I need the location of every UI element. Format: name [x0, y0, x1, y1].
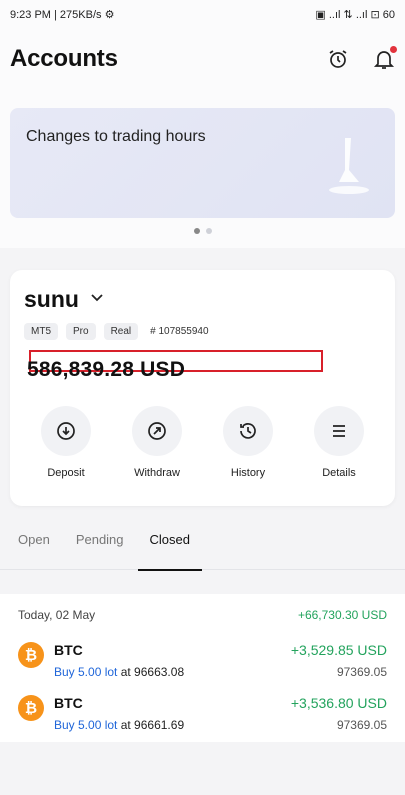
orders-tabs: Open Pending Closed	[0, 532, 405, 571]
pager-dot[interactable]	[193, 228, 200, 234]
deposit-label: Deposit	[47, 467, 85, 479]
banner-illustration-icon	[329, 138, 369, 194]
bell-icon[interactable]	[372, 46, 397, 71]
trade-close-price: 97369.05	[336, 665, 387, 679]
account-id: # 107855940	[150, 326, 209, 337]
history-button[interactable]: History	[214, 406, 282, 479]
trade-symbol: BTC	[54, 642, 83, 658]
notification-dot	[390, 46, 397, 53]
account-actions: Deposit Withdraw History Details	[24, 406, 381, 479]
details-label: Details	[322, 467, 356, 479]
tag-platform: MT5	[24, 323, 58, 340]
alarm-clock-icon[interactable]	[326, 47, 350, 71]
closed-orders-list: Today, 02 May +66,730.30 USD ₿ BTC +3,52…	[0, 594, 405, 742]
day-header: Today, 02 May +66,730.30 USD	[0, 594, 405, 636]
trade-side-volume: Buy 5.00 lot	[54, 665, 118, 679]
tab-pending[interactable]: Pending	[76, 532, 124, 570]
withdraw-label: Withdraw	[134, 467, 180, 479]
status-right: ▣ ..ıl ⇅ ..ıl ⊡ 60	[315, 8, 395, 21]
tag-mode: Real	[103, 323, 139, 340]
tab-closed[interactable]: Closed	[137, 532, 203, 571]
history-label: History	[230, 467, 266, 479]
trade-profit: +3,536.80 USD	[290, 695, 387, 711]
trade-profit: +3,529.85 USD	[290, 642, 387, 658]
history-icon	[240, 423, 256, 439]
tab-open[interactable]: Open	[18, 532, 50, 570]
balance-container: 586,839.28 USD	[24, 350, 381, 386]
trade-open-price: at 96661.69	[120, 718, 185, 732]
account-balance: 586,839.28 USD	[27, 358, 186, 381]
trade-close-price: 97369.05	[336, 718, 387, 732]
deposit-button[interactable]: Deposit	[32, 406, 100, 479]
withdraw-icon	[148, 422, 166, 440]
list-item[interactable]: ₿ BTC +3,536.80 USD Buy 5.00 lot at 9666…	[0, 689, 405, 742]
banner-pager	[0, 218, 405, 248]
page-title: Accounts	[10, 45, 118, 72]
list-item[interactable]: ₿ BTC +3,529.85 USD Buy 5.00 lot at 9666…	[0, 636, 405, 689]
tag-type: Pro	[66, 323, 96, 340]
status-left: 9:23 PM | 275KB/s ⚙	[10, 8, 115, 21]
chevron-down-icon[interactable]	[89, 289, 105, 310]
details-icon	[333, 425, 345, 437]
bitcoin-icon: ₿	[18, 642, 44, 668]
bitcoin-icon: ₿	[18, 695, 44, 721]
trade-symbol: BTC	[54, 695, 83, 711]
banner-section: Changes to trading hours	[0, 90, 405, 218]
withdraw-button[interactable]: Withdraw	[123, 406, 191, 479]
account-card: sunu MT5 Pro Real # 107855940 586,839.28…	[10, 270, 395, 506]
account-tags: MT5 Pro Real # 107855940	[24, 323, 381, 340]
account-name[interactable]: sunu	[24, 286, 79, 313]
status-bar: 9:23 PM | 275KB/s ⚙ ▣ ..ıl ⇅ ..ıl ⊡ 60	[0, 0, 405, 28]
details-button[interactable]: Details	[305, 406, 373, 479]
promo-banner[interactable]: Changes to trading hours	[10, 108, 395, 218]
deposit-icon	[57, 422, 75, 440]
day-label: Today, 02 May	[18, 608, 96, 622]
trade-side-volume: Buy 5.00 lot	[54, 718, 118, 732]
trade-open-price: at 96663.08	[120, 665, 185, 679]
day-total: +66,730.30 USD	[297, 608, 387, 622]
pager-dot[interactable]	[205, 228, 212, 234]
app-header: Accounts	[0, 28, 405, 90]
